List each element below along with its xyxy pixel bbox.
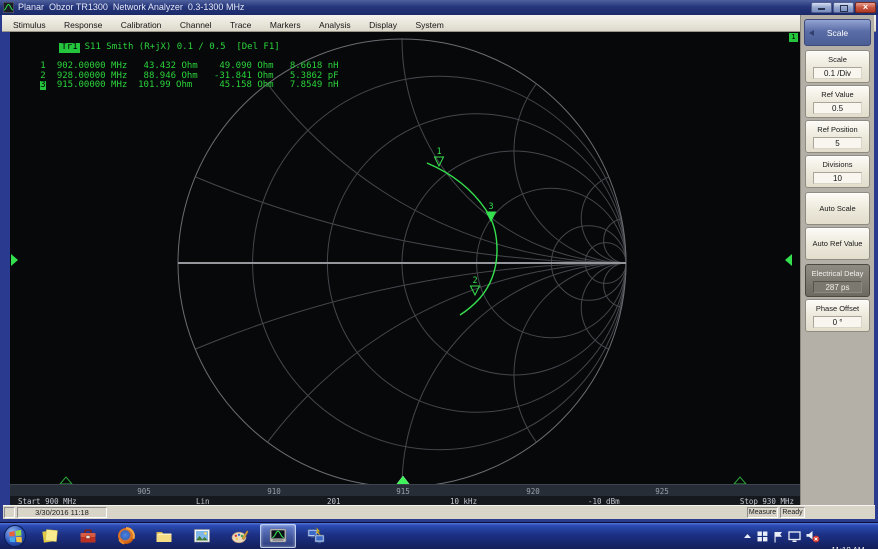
taskbar-app-remote-connection[interactable] [298, 524, 334, 548]
taskbar-app-firefox[interactable] [108, 524, 144, 548]
statusbar: 3/30/2016 11:18 Measure Ready [3, 505, 875, 519]
ref-position-right-indicator [785, 254, 792, 266]
trace-title: S11 Smith (R+jX) 0.1 / 0.5 [Del F1] [85, 42, 280, 52]
softkey-phase-offset[interactable]: Phase Offset 0 ° [805, 299, 870, 332]
s11-trace [427, 163, 497, 315]
channel-badge: 1 [789, 33, 798, 42]
tray-grid-icon[interactable] [757, 531, 768, 542]
softkey-electrical-delay[interactable]: Electrical Delay 287 ps [805, 264, 870, 297]
tray-action-center-flag-icon[interactable] [773, 531, 783, 543]
menu-item-channel[interactable]: Channel [173, 18, 219, 30]
softkey-ref-value[interactable]: Ref Value 0.5 [805, 85, 870, 118]
taskbar-app-photo-viewer[interactable] [184, 524, 220, 548]
freq-tick: 915 [396, 487, 410, 496]
folder-icon [154, 526, 174, 546]
trace-badge[interactable]: Tr1 [59, 43, 79, 52]
minimize-button[interactable] [811, 2, 832, 13]
firefox-icon [116, 526, 136, 546]
maximize-button[interactable] [833, 2, 854, 13]
menu-item-response[interactable]: Response [57, 18, 109, 30]
tray-volume-muted-icon[interactable] [806, 530, 820, 543]
tray-expand-icon[interactable] [743, 532, 752, 541]
softkey-divisions-value: 10 [813, 172, 862, 184]
menu-item-analysis[interactable]: Analysis [312, 18, 358, 30]
start-button[interactable] [4, 525, 26, 547]
menu-item-calibration[interactable]: Calibration [114, 18, 169, 30]
remote-connection-icon [306, 526, 326, 546]
softkey-sidebar: Scale Scale 0.1 /Div Ref Value 0.5 Ref P… [800, 15, 874, 519]
taskbar-clock[interactable]: 11:18 AM 3/30/2016 [822, 526, 874, 549]
menu-item-system[interactable]: System [408, 18, 450, 30]
menu-item-markers[interactable]: Markers [263, 18, 308, 30]
smith-chart: 1 2 3 [10, 32, 800, 505]
taskbar: 11:18 AM 3/30/2016 [0, 522, 878, 549]
screen: Planar Obzor TR1300 Network Analyzer 0.3… [0, 0, 878, 549]
freq-marker-1-indicator[interactable] [60, 477, 72, 484]
taskbar-app-sticky-notes[interactable] [32, 524, 68, 548]
freq-tick: 910 [267, 487, 281, 496]
paint-icon [230, 526, 250, 546]
titlebar: Planar Obzor TR1300 Network Analyzer 0.3… [0, 0, 878, 15]
softkey-auto-scale[interactable]: Auto Scale [805, 192, 870, 225]
taskbar-app-paint[interactable] [222, 524, 258, 548]
taskbar-app-toolbox[interactable] [70, 524, 106, 548]
freq-tick: 905 [137, 487, 151, 496]
softkey-ref-value-value: 0.5 [813, 102, 862, 114]
menu-item-display[interactable]: Display [362, 18, 404, 30]
sweep-parameter-row: Start 900 MHz Lin 201 10 kHz -10 dBm Sto… [10, 496, 800, 505]
softkey-phase-offset-value: 0 ° [813, 316, 862, 328]
windows-flag-icon [9, 530, 22, 543]
trace-readout: Tr1S11 Smith (R+jX) 0.1 / 0.5 [Del F1] 1… [16, 34, 339, 90]
photo-viewer-icon [192, 526, 212, 546]
softkey-divisions[interactable]: Divisions 10 [805, 155, 870, 188]
softkey-ref-position-value: 5 [813, 137, 862, 149]
menu-item-trace[interactable]: Trace [223, 18, 258, 30]
close-button[interactable] [855, 2, 876, 13]
back-arrow-icon [809, 30, 814, 36]
freq-tick: 925 [655, 487, 669, 496]
freq-marker-2-indicator[interactable] [734, 477, 746, 484]
freq-tick: 920 [526, 487, 540, 496]
left-scroll-strip [0, 32, 10, 519]
softkey-auto-ref-value[interactable]: Auto Ref Value [805, 227, 870, 260]
status-measure: Measure [747, 507, 778, 518]
smith-chart-plot: 1 2 3 Tr1 S11 Smith (R+jX) 0.1 / 0.5 [Del… [10, 32, 800, 505]
taskbar-app-explorer[interactable] [146, 524, 182, 548]
status-grip [4, 507, 15, 518]
smith-grid [10, 32, 800, 505]
marker-3[interactable]: 3 [487, 202, 496, 221]
status-ready: Ready [780, 507, 805, 518]
svg-text:3: 3 [488, 202, 493, 212]
tray-display-icon[interactable] [788, 531, 801, 543]
softkey-scale-value: 0.1 /Div [813, 67, 862, 79]
app-icon [3, 2, 14, 13]
ref-position-left-indicator [11, 254, 18, 266]
svg-text:1: 1 [436, 147, 441, 157]
menubar: Stimulus Response Calibration Channel Tr… [2, 15, 876, 32]
status-datetime: 3/30/2016 11:18 [17, 507, 107, 518]
marker-readout-3: 3 915.00000 MHz 101.99 Ohm 45.158 Ohm 7.… [16, 81, 339, 90]
window-title: Planar Obzor TR1300 Network Analyzer 0.3… [18, 2, 244, 12]
menu-item-stimulus[interactable]: Stimulus [6, 18, 53, 30]
softkey-scale[interactable]: Scale 0.1 /Div [805, 50, 870, 83]
frequency-axis: 905 910 915 920 925 [10, 484, 800, 496]
toolbox-icon [78, 526, 98, 546]
tr1300-analyzer-icon [268, 526, 288, 546]
svg-text:2: 2 [472, 276, 477, 286]
sticky-notes-icon [40, 526, 60, 546]
softkey-electrical-delay-value: 287 ps [813, 281, 862, 293]
softkey-ref-position[interactable]: Ref Position 5 [805, 120, 870, 153]
taskbar-app-tr1300-analyzer[interactable] [260, 524, 296, 548]
system-tray [743, 530, 820, 543]
softkey-header[interactable]: Scale [804, 19, 871, 46]
